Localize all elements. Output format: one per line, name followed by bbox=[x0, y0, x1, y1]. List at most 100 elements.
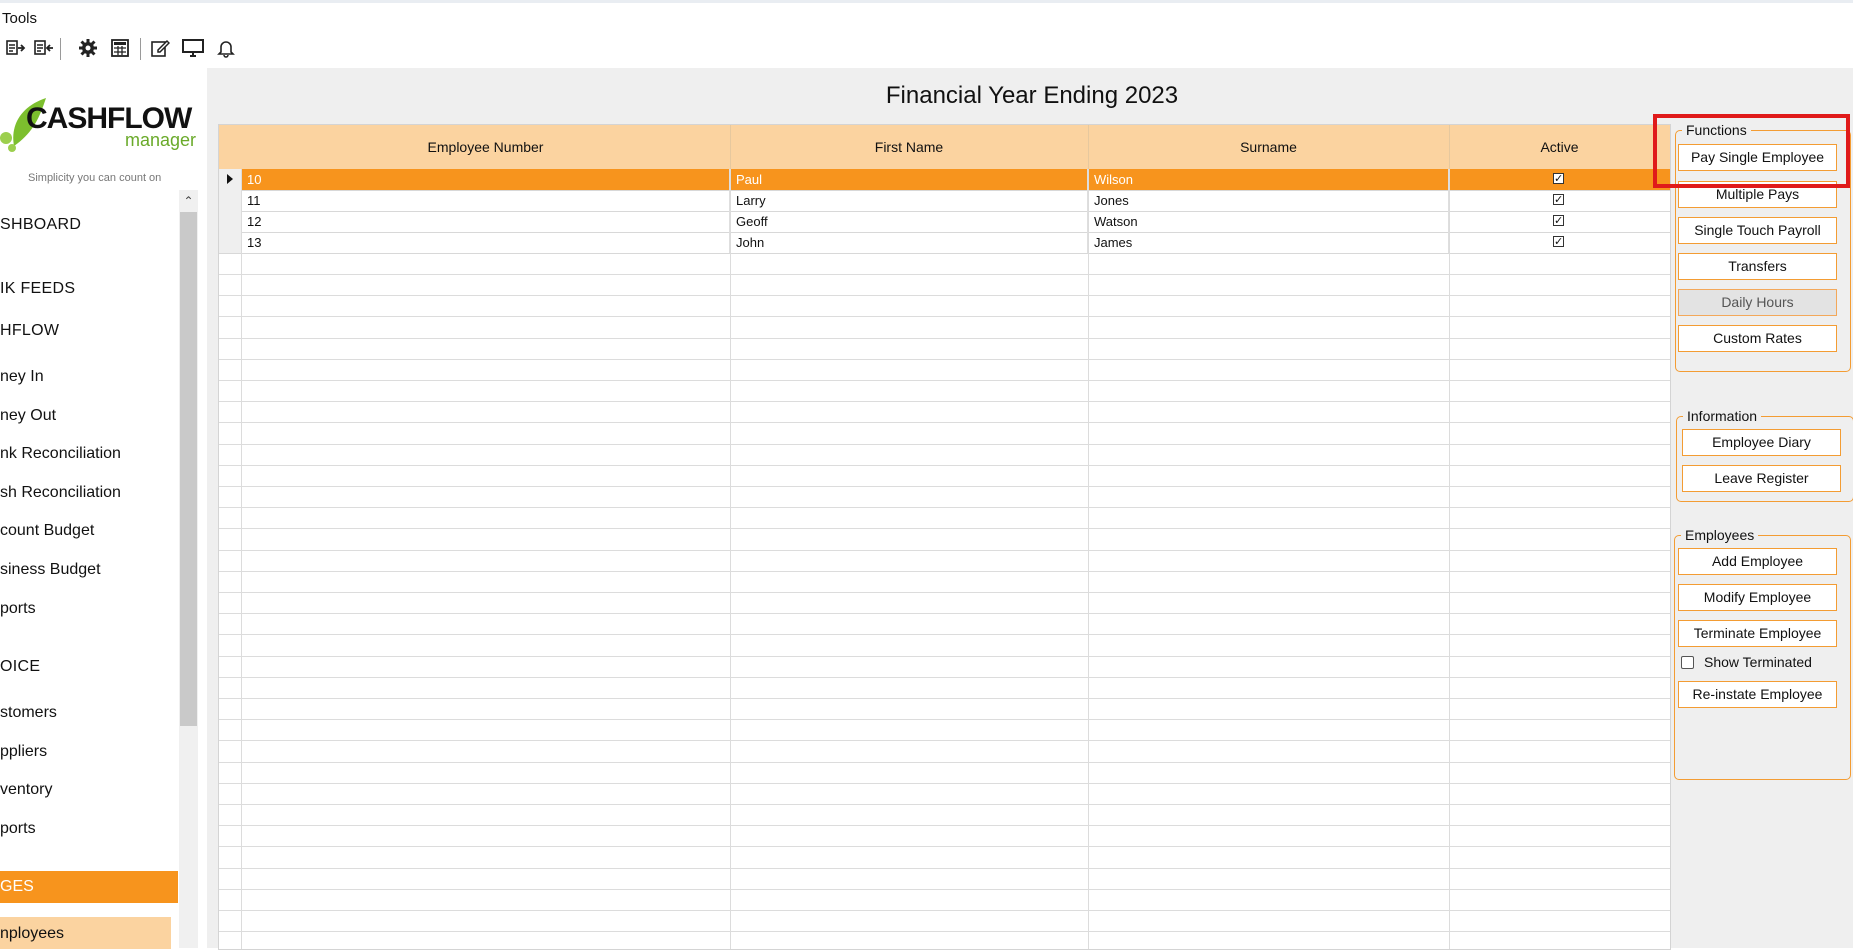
grid-column-line bbox=[1088, 169, 1089, 949]
grid-line bbox=[219, 634, 1670, 635]
active-checkbox[interactable]: ✓ bbox=[1553, 194, 1564, 206]
column-header-first-name[interactable]: First Name bbox=[730, 125, 1089, 169]
grid-line bbox=[219, 762, 1670, 763]
nav-money-out[interactable]: ney Out bbox=[0, 407, 56, 425]
reinstate-employee-button[interactable]: Re-instate Employee bbox=[1678, 681, 1837, 708]
grid-line bbox=[219, 719, 1670, 720]
nav-reports[interactable]: ports bbox=[0, 600, 36, 618]
nav-bank-feeds[interactable]: IK FEEDS bbox=[0, 280, 75, 298]
nav-invoice-reports[interactable]: ports bbox=[0, 820, 36, 838]
add-employee-button[interactable]: Add Employee bbox=[1678, 548, 1837, 575]
grid-line bbox=[219, 740, 1670, 741]
cell-surname: Wilson bbox=[1088, 169, 1449, 190]
grid-line bbox=[219, 359, 1670, 360]
information-group-title: Information bbox=[1683, 408, 1762, 424]
table-row[interactable]: 10 Paul Wilson ✓ bbox=[219, 169, 1670, 191]
monitor-icon[interactable] bbox=[181, 36, 205, 60]
nav-customers[interactable]: stomers bbox=[0, 704, 57, 722]
functions-group-title: Functions bbox=[1682, 122, 1751, 138]
terminate-employee-button[interactable]: Terminate Employee bbox=[1678, 620, 1837, 647]
bell-icon[interactable] bbox=[214, 36, 238, 60]
active-checkbox[interactable]: ✓ bbox=[1553, 173, 1564, 185]
nav-inventory[interactable]: ventory bbox=[0, 781, 52, 799]
active-checkbox[interactable]: ✓ bbox=[1553, 215, 1564, 227]
nav-wages-label: GES bbox=[0, 878, 34, 895]
scroll-thumb[interactable] bbox=[180, 212, 197, 726]
grid-line bbox=[219, 804, 1670, 805]
column-header-active[interactable]: Active bbox=[1449, 125, 1670, 169]
nav-cashflow[interactable]: HFLOW bbox=[0, 322, 59, 340]
logo-subtext: manager bbox=[125, 130, 197, 150]
nav-cash-reconciliation[interactable]: sh Reconciliation bbox=[0, 484, 121, 502]
table-row[interactable]: 12 Geoff Watson ✓ bbox=[219, 211, 1670, 233]
edit-icon[interactable] bbox=[148, 36, 172, 60]
grid-line bbox=[219, 274, 1670, 275]
grid-line bbox=[219, 465, 1670, 466]
toolbar-separator bbox=[60, 38, 61, 60]
nav-employees-label: nployees bbox=[0, 925, 65, 942]
grid-line bbox=[219, 698, 1670, 699]
nav-business-budget[interactable]: siness Budget bbox=[0, 561, 101, 579]
row-selector[interactable] bbox=[219, 169, 242, 190]
page-title: Financial Year Ending 2023 bbox=[885, 82, 1179, 109]
sidebar-scrollbar[interactable]: ⌃ bbox=[179, 190, 198, 948]
grid-line bbox=[219, 528, 1670, 529]
grid-line bbox=[219, 380, 1670, 381]
cell-surname: Watson bbox=[1088, 211, 1449, 232]
nav-money-in[interactable]: ney In bbox=[0, 368, 44, 386]
nav-suppliers[interactable]: ppliers bbox=[0, 743, 47, 761]
grid-line bbox=[219, 613, 1670, 614]
nav-account-budget[interactable]: count Budget bbox=[0, 522, 94, 540]
sidebar: CASHFLOW manager Simplicity you can coun… bbox=[0, 68, 196, 949]
table-row[interactable]: 11 Larry Jones ✓ bbox=[219, 190, 1670, 212]
nav-bank-reconciliation[interactable]: nk Reconciliation bbox=[0, 445, 121, 463]
cell-active: ✓ bbox=[1449, 211, 1670, 232]
menu-tools[interactable]: Tools bbox=[2, 10, 37, 27]
export-icon[interactable] bbox=[4, 36, 28, 60]
grid-line bbox=[219, 401, 1670, 402]
grid-line bbox=[219, 507, 1670, 508]
logo: CASHFLOW manager Simplicity you can coun… bbox=[0, 80, 196, 184]
nav-employees[interactable]: nployees bbox=[0, 917, 171, 949]
multiple-pays-button[interactable]: Multiple Pays bbox=[1678, 181, 1837, 208]
import-icon[interactable] bbox=[32, 36, 56, 60]
grid-line bbox=[219, 592, 1670, 593]
active-checkbox[interactable]: ✓ bbox=[1553, 236, 1564, 248]
toolbar-separator bbox=[140, 38, 141, 60]
column-header-employee-number[interactable]: Employee Number bbox=[241, 125, 731, 169]
gear-icon[interactable] bbox=[76, 36, 100, 60]
cell-active: ✓ bbox=[1449, 169, 1670, 190]
grid-line bbox=[219, 295, 1670, 296]
employee-diary-button[interactable]: Employee Diary bbox=[1682, 429, 1841, 456]
nav-invoice[interactable]: OICE bbox=[0, 658, 40, 676]
row-selector[interactable] bbox=[219, 190, 242, 211]
daily-hours-button[interactable]: Daily Hours bbox=[1678, 289, 1837, 316]
cell-first-name: Larry bbox=[730, 190, 1088, 211]
grid-line bbox=[219, 422, 1670, 423]
nav-dashboard[interactable]: SHBOARD bbox=[0, 216, 81, 234]
column-header-surname[interactable]: Surname bbox=[1088, 125, 1450, 169]
grid-line bbox=[219, 889, 1670, 890]
cell-active: ✓ bbox=[1449, 190, 1670, 211]
scroll-up-arrow-icon[interactable]: ⌃ bbox=[179, 190, 198, 210]
modify-employee-button[interactable]: Modify Employee bbox=[1678, 584, 1837, 611]
grid-column-line bbox=[241, 169, 242, 949]
single-touch-payroll-button[interactable]: Single Touch Payroll bbox=[1678, 217, 1837, 244]
transfers-button[interactable]: Transfers bbox=[1678, 253, 1837, 280]
grid-line bbox=[219, 571, 1670, 572]
row-selector[interactable] bbox=[219, 232, 242, 253]
row-selector[interactable] bbox=[219, 211, 242, 232]
pay-single-employee-button[interactable]: Pay Single Employee bbox=[1678, 144, 1837, 171]
grid-line bbox=[219, 316, 1670, 317]
cell-employee-number: 13 bbox=[241, 232, 730, 253]
leave-register-button[interactable]: Leave Register bbox=[1682, 465, 1841, 492]
nav-wages[interactable]: GES bbox=[0, 871, 178, 903]
table-row[interactable]: 13 John James ✓ bbox=[219, 232, 1670, 254]
show-terminated-checkbox[interactable] bbox=[1681, 656, 1694, 669]
grid-line bbox=[219, 783, 1670, 784]
calculator-icon[interactable] bbox=[108, 36, 132, 60]
grid-line bbox=[219, 656, 1670, 657]
grid-line bbox=[219, 486, 1670, 487]
row-pointer-icon bbox=[227, 174, 233, 184]
custom-rates-button[interactable]: Custom Rates bbox=[1678, 325, 1837, 352]
